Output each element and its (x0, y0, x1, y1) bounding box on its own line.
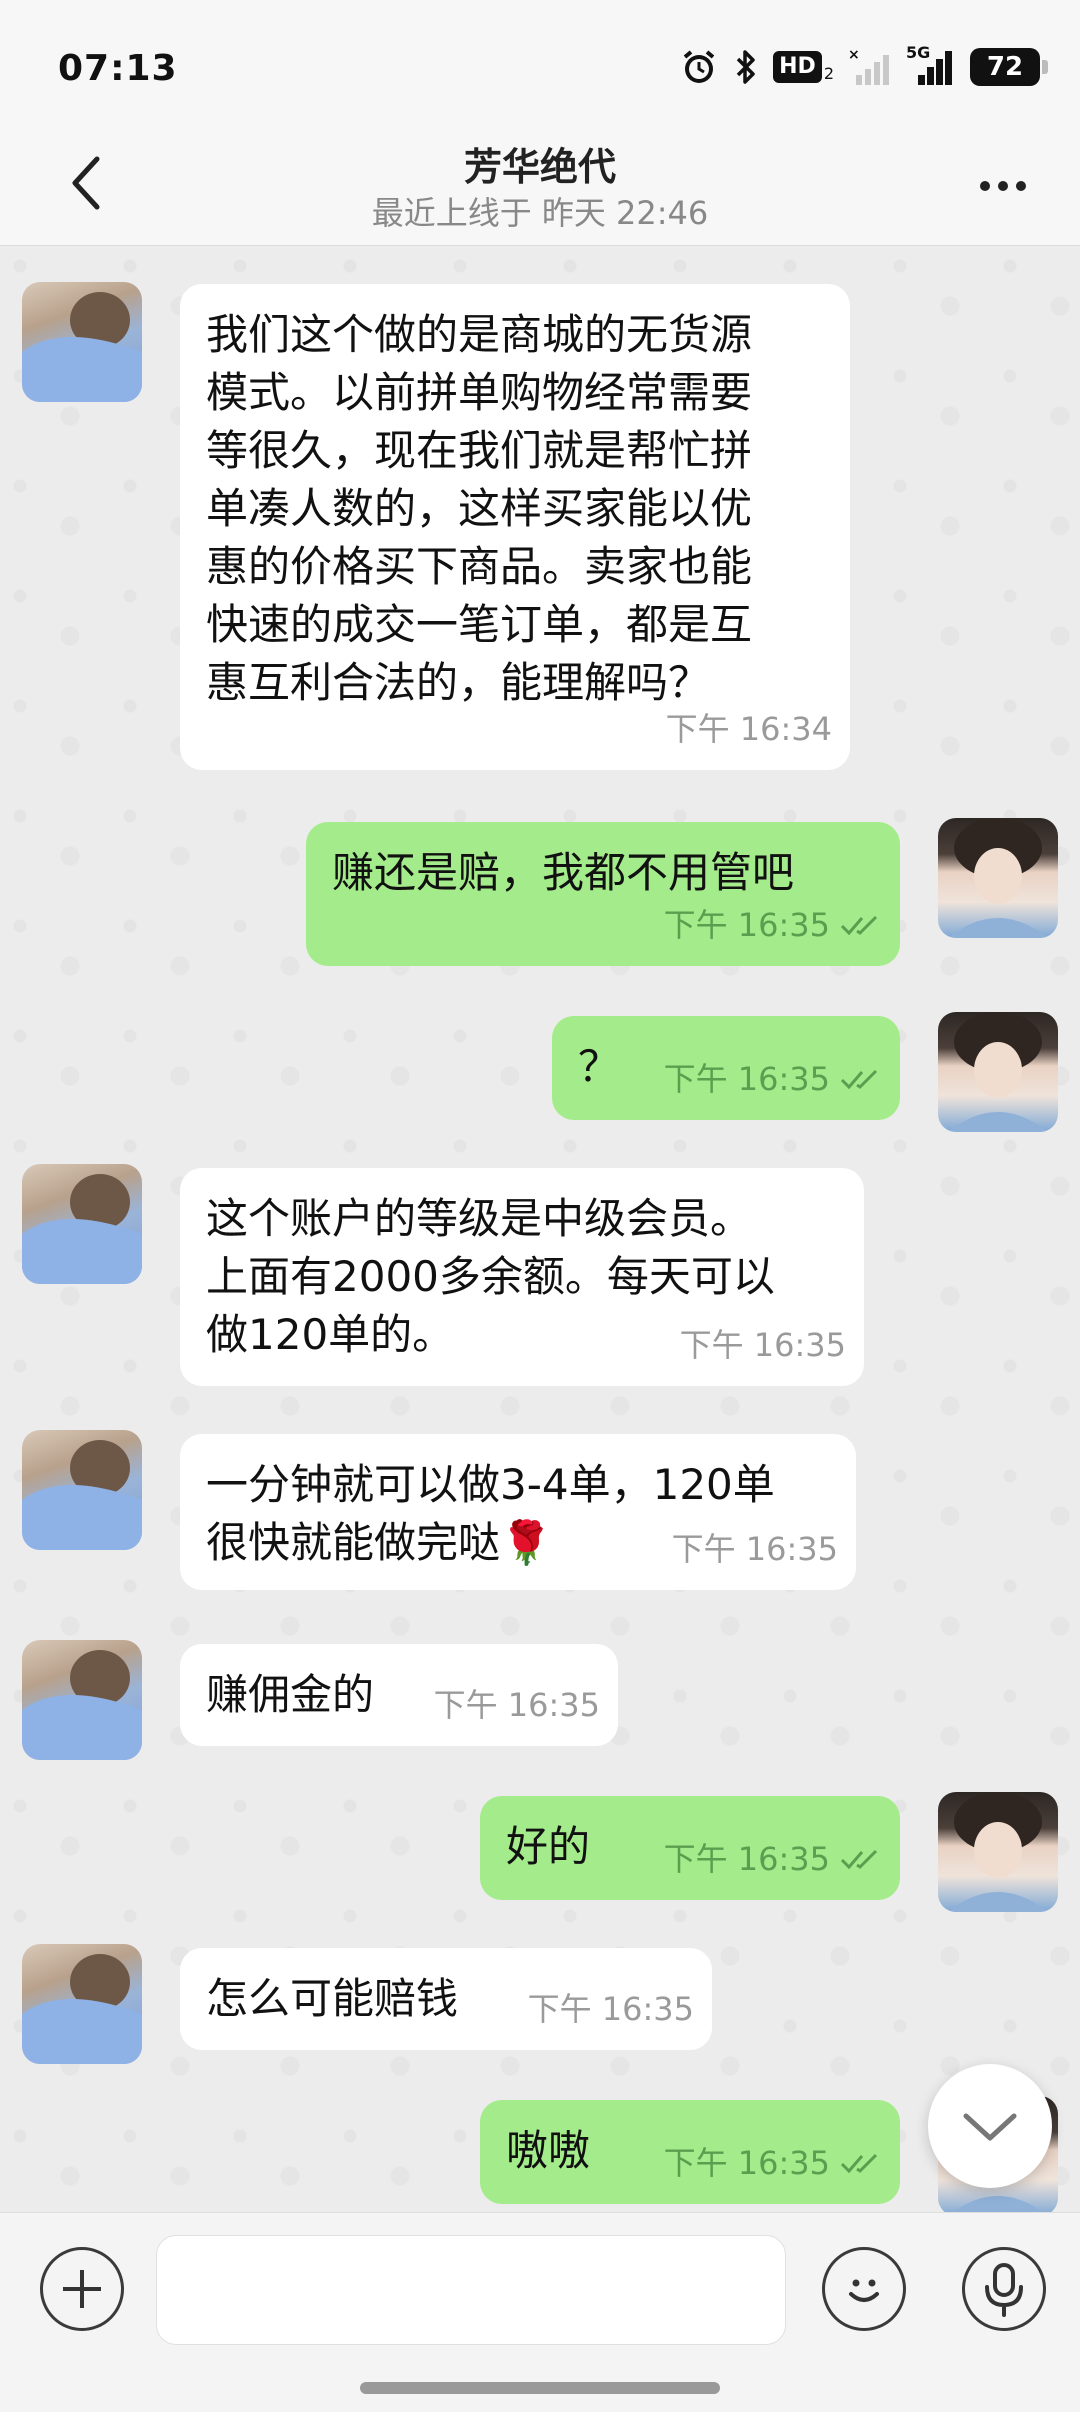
contact-avatar[interactable] (22, 282, 142, 402)
message-bubble-outgoing[interactable]: 赚还是赔，我都不用管吧 下午 16:35 (306, 822, 900, 966)
message-time: 下午 16:35 (433, 1686, 600, 1724)
message-text: 怎么可能赔钱 (206, 1974, 459, 2023)
system-nav-bar (0, 2362, 1080, 2412)
emoji-button[interactable] (822, 2247, 906, 2331)
signal-5g-icon: 5G (906, 43, 956, 87)
message-bubble-incoming[interactable]: 我们这个做的是商城的无货源 模式。以前拼单购物经常需要 等很久，现在我们就是帮忙… (180, 284, 850, 770)
hd-voice-icon: HD 2 (773, 51, 834, 83)
message-text: 我们这个做的是商城的无货源 模式。以前拼单购物经常需要 等很久，现在我们就是帮忙… (206, 310, 753, 707)
message-bubble-outgoing[interactable]: 嗷嗷 下午 16:35 (480, 2100, 900, 2204)
user-avatar[interactable] (938, 818, 1058, 938)
user-avatar[interactable] (938, 1792, 1058, 1912)
message-bubble-incoming[interactable]: 怎么可能赔钱 下午 16:35 (180, 1948, 712, 2050)
more-dots-icon (980, 181, 990, 191)
plus-icon (63, 2270, 101, 2308)
message-bubble-incoming[interactable]: 赚佣金的 下午 16:35 (180, 1644, 618, 1746)
battery-icon: 72 (970, 48, 1048, 86)
status-icons: HD 2 × 5G 72 (679, 43, 1048, 90)
message-time: 下午 16:35 (664, 896, 882, 954)
message-input[interactable] (156, 2235, 786, 2345)
double-check-icon (840, 1849, 878, 1870)
signal-icon: × (848, 47, 892, 87)
chat-title[interactable]: 芳华绝代 (0, 136, 1080, 191)
home-indicator[interactable] (360, 2382, 720, 2394)
message-text: 好的 (506, 1822, 591, 1871)
message-text: ？ (578, 1042, 621, 1091)
voice-button[interactable] (962, 2247, 1046, 2331)
message-time: 下午 16:35 (664, 2134, 882, 2192)
chevron-down-icon (963, 2113, 1017, 2141)
contact-avatar[interactable] (22, 1640, 142, 1760)
contact-avatar[interactable] (22, 1430, 142, 1550)
alarm-icon (679, 47, 719, 87)
svg-text:×: × (848, 47, 860, 63)
double-check-icon (840, 915, 878, 936)
message-bubble-outgoing[interactable]: ？ 下午 16:35 (552, 1016, 900, 1120)
last-seen-status: 最近上线于 昨天 22:46 (371, 194, 709, 232)
message-text: 嗷嗷 (506, 2126, 591, 2175)
double-check-icon (840, 1069, 878, 1090)
message-time: 下午 16:35 (527, 1990, 694, 2028)
microphone-icon (985, 2263, 1023, 2317)
user-avatar[interactable] (938, 1012, 1058, 1132)
contact-avatar[interactable] (22, 1164, 142, 1284)
status-bar: 07:13 HD 2 × 5G 72 (0, 0, 1080, 128)
message-list[interactable]: 我们这个做的是商城的无货源 模式。以前拼单购物经常需要 等很久，现在我们就是帮忙… (0, 246, 1080, 2212)
message-time: 下午 16:35 (664, 1050, 882, 1108)
bluetooth-icon (733, 47, 759, 87)
double-check-icon (840, 2153, 878, 2174)
scroll-to-bottom-button[interactable] (928, 2064, 1052, 2188)
more-options-button[interactable] (968, 156, 1038, 216)
message-text: 赚佣金的 (206, 1670, 375, 1719)
composer-bar (0, 2212, 1080, 2362)
emoji-icon (849, 2279, 879, 2302)
message-time: 下午 16:34 (665, 710, 832, 748)
attach-button[interactable] (40, 2247, 124, 2331)
contact-avatar[interactable] (22, 1944, 142, 2064)
status-time: 07:13 (58, 48, 178, 89)
message-bubble-incoming[interactable]: 这个账户的等级是中级会员。 上面有2000多余额。每天可以 做120单的。 下午… (180, 1168, 864, 1386)
message-time: 下午 16:35 (679, 1326, 846, 1364)
message-time: 下午 16:35 (664, 1830, 882, 1888)
chat-header: 芳华绝代 最近上线于 昨天 22:46 (0, 128, 1080, 246)
message-text: 赚还是赔，我都不用管吧 (332, 848, 795, 897)
message-bubble-outgoing[interactable]: 好的 下午 16:35 (480, 1796, 900, 1900)
message-bubble-incoming[interactable]: 一分钟就可以做3-4单，120单 很快就能做完哒🌹 下午 16:35 (180, 1434, 856, 1590)
message-time: 下午 16:35 (671, 1530, 838, 1568)
